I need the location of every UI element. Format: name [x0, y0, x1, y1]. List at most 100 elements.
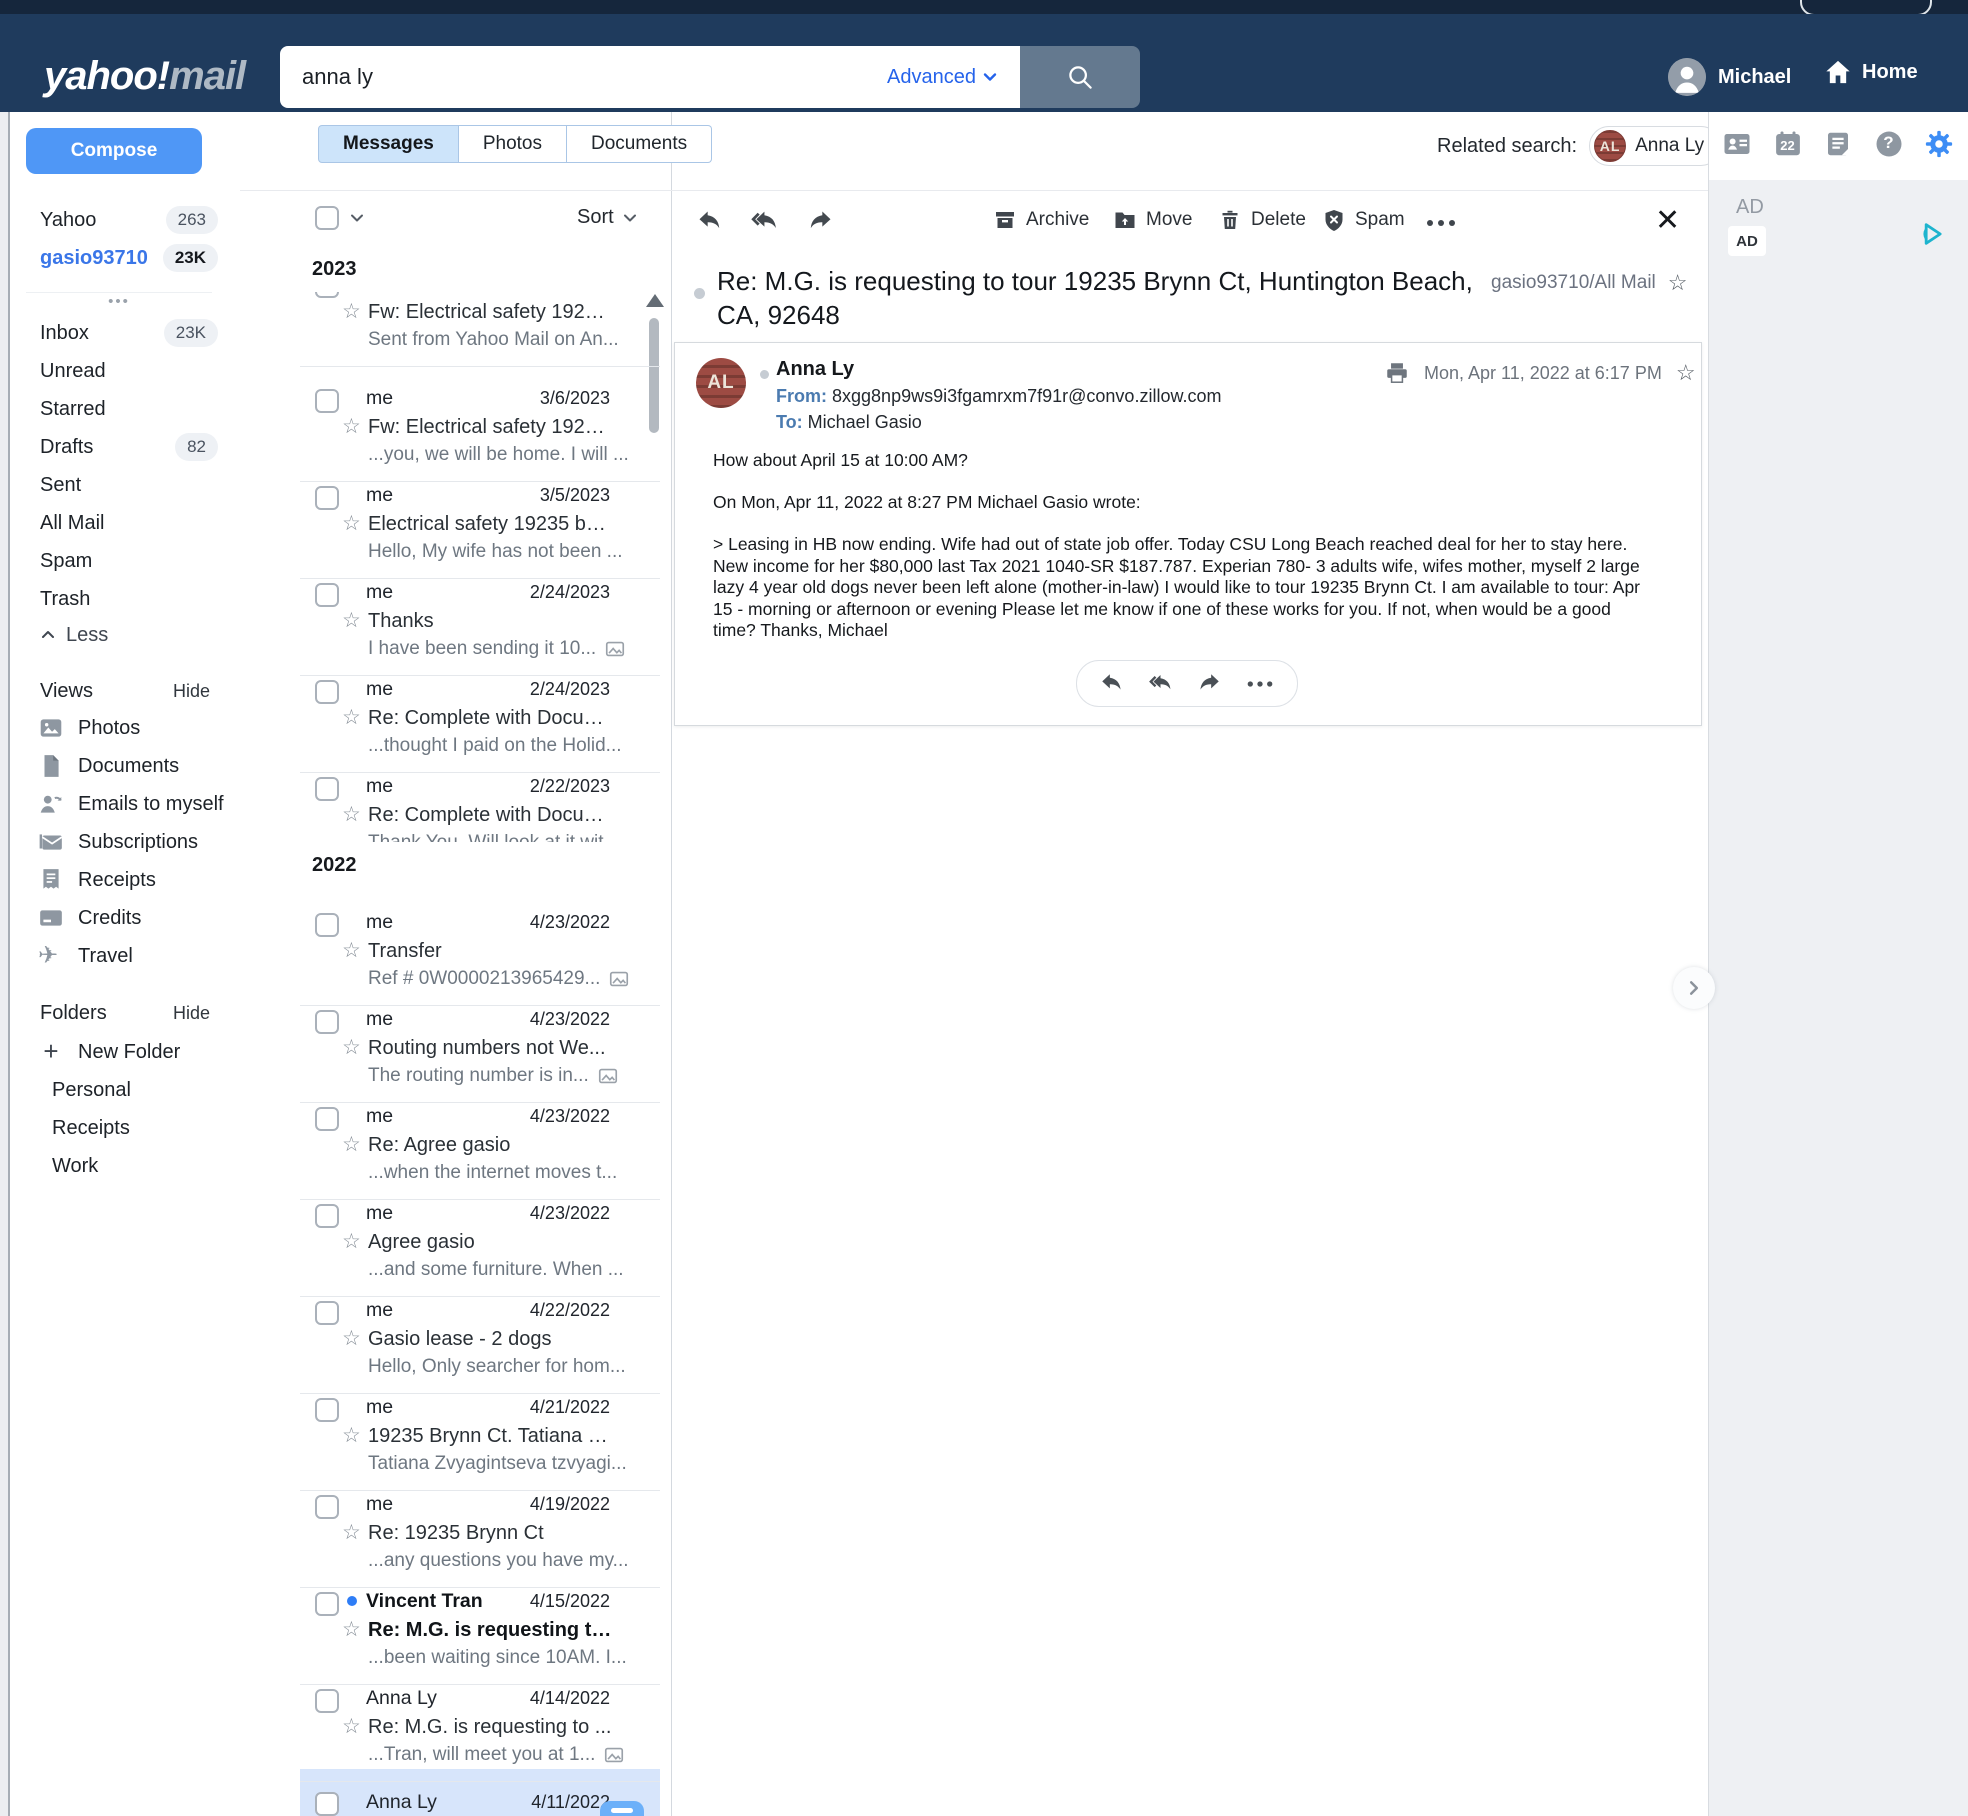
sender-avatar[interactable]: AL [696, 358, 746, 408]
star-icon[interactable]: ☆ [342, 1618, 361, 1642]
list-item[interactable]: me 4/23/2022 ☆ Routing numbers not We...… [300, 1008, 660, 1105]
notepad-icon[interactable] [1823, 129, 1853, 159]
forward-icon[interactable] [806, 208, 834, 236]
item-checkbox[interactable] [315, 1398, 339, 1422]
search-input[interactable]: anna ly Advanced [280, 46, 1020, 108]
star-icon[interactable]: ☆ [342, 1133, 361, 1157]
star-icon[interactable]: ☆ [342, 1424, 361, 1448]
sidebar-item-receipts[interactable]: Receipts [14, 864, 228, 896]
star-icon[interactable]: ☆ [342, 1327, 361, 1351]
more-actions-button[interactable] [1424, 216, 1458, 235]
new-folder-button[interactable]: + New Folder [14, 1036, 228, 1068]
item-checkbox[interactable] [315, 486, 339, 510]
list-item[interactable]: me 2/24/2023 ☆ Re: Complete with DocuSig… [300, 678, 660, 775]
item-checkbox[interactable] [315, 1204, 339, 1228]
sidebar-item-documents[interactable]: Documents [14, 750, 228, 782]
star-icon[interactable]: ☆ [342, 803, 361, 827]
item-checkbox[interactable] [315, 1792, 339, 1816]
star-icon[interactable]: ☆ [1676, 360, 1696, 386]
item-checkbox[interactable] [315, 1592, 339, 1616]
sidebar-account-yahoo[interactable]: Yahoo 263 [14, 203, 228, 237]
star-icon[interactable]: ☆ [342, 609, 361, 633]
calendar-icon[interactable]: 22 [1773, 129, 1803, 159]
sidebar-item-travel[interactable]: ✈ Travel [14, 940, 228, 972]
sidebar-item-drafts[interactable]: Drafts82 [14, 430, 228, 464]
search-button[interactable] [1020, 46, 1140, 108]
reply-icon[interactable] [696, 208, 724, 236]
list-item[interactable]: me 4/21/2022 ☆ 19235 Brynn Ct. Tatiana Z… [300, 1396, 660, 1493]
spam-button[interactable]: Spam [1322, 208, 1405, 232]
star-icon[interactable]: ☆ [342, 415, 361, 439]
sidebar-item-credits[interactable]: Credits [14, 902, 228, 934]
star-icon[interactable]: ☆ [342, 706, 361, 730]
folders-hide-button[interactable]: Hide [173, 1003, 210, 1024]
forward-icon[interactable] [1196, 671, 1222, 697]
sidebar-item-subscriptions[interactable]: Subscriptions [14, 826, 228, 858]
tab-messages[interactable]: Messages [318, 125, 459, 163]
sidebar-folder-personal[interactable]: Personal [14, 1073, 228, 1107]
list-item[interactable]: me 4/23/2022 ☆ Agree gasio ...and some f… [300, 1202, 660, 1299]
sort-dropdown[interactable]: Sort [577, 206, 638, 229]
list-item[interactable]: me 2/24/2023 ☆ Thanks I have been sendin… [300, 581, 660, 678]
list-item[interactable]: me 4/22/2022 ☆ Gasio lease - 2 dogs Hell… [300, 1299, 660, 1396]
reply-all-icon[interactable] [1148, 671, 1174, 697]
item-checkbox[interactable] [315, 583, 339, 607]
star-icon[interactable]: ☆ [1668, 270, 1688, 296]
star-icon[interactable]: ☆ [342, 939, 361, 963]
list-floating-button[interactable] [600, 1801, 644, 1816]
close-message-button[interactable]: ✕ [1655, 203, 1680, 238]
sidebar-expander[interactable]: ••• [26, 292, 212, 309]
item-checkbox[interactable] [315, 1689, 339, 1713]
sidebar-item-trash[interactable]: Trash [14, 582, 228, 616]
item-checkbox[interactable] [315, 1495, 339, 1519]
list-item[interactable]: me 3/5/2023 ☆ Electrical safety 19235 br… [300, 484, 660, 581]
star-icon[interactable]: ☆ [342, 1036, 361, 1060]
reply-all-icon[interactable] [750, 208, 780, 236]
tab-photos[interactable]: Photos [459, 125, 567, 163]
sidebar-account-gasio93710[interactable]: gasio93710 23K [14, 241, 228, 275]
sidebar-item-all-mail[interactable]: All Mail [14, 506, 228, 540]
star-icon[interactable]: ☆ [342, 300, 361, 324]
sidebar-item-photos[interactable]: Photos [14, 712, 228, 744]
select-all-checkbox[interactable] [315, 206, 339, 230]
item-checkbox[interactable] [315, 913, 339, 937]
sidebar-folder-work[interactable]: Work [14, 1149, 228, 1183]
move-button[interactable]: Move [1113, 208, 1192, 232]
sidebar-item-inbox[interactable]: Inbox23K [14, 316, 228, 350]
item-checkbox[interactable] [315, 1107, 339, 1131]
related-search-chip[interactable]: AL Anna Ly [1589, 126, 1721, 166]
collapse-pane-button[interactable] [1673, 967, 1715, 1009]
item-checkbox[interactable] [315, 389, 339, 413]
archive-button[interactable]: Archive [993, 208, 1089, 232]
advanced-search-button[interactable]: Advanced [887, 66, 998, 89]
sender-name[interactable]: Anna Ly [776, 358, 854, 381]
list-item[interactable]: me 3/6/2023 ☆ Fw: Electrical safety 1923… [300, 387, 660, 484]
list-item[interactable]: Anna Ly 4/14/2022 ☆ Re: M.G. is requesti… [300, 1687, 660, 1784]
tab-documents[interactable]: Documents [567, 125, 712, 163]
list-item[interactable]: me 4/19/2022 ☆ Re: 19235 Brynn Ct ...any… [300, 1493, 660, 1590]
list-item[interactable]: me 4/23/2022 ☆ Re: Agree gasio ...when t… [300, 1105, 660, 1202]
home-button[interactable]: Home [1824, 58, 1918, 86]
sidebar-item-emails-to-myself[interactable]: Emails to myself [14, 788, 228, 820]
item-checkbox[interactable] [315, 680, 339, 704]
delete-button[interactable]: Delete [1218, 208, 1306, 232]
star-icon[interactable]: ☆ [342, 1715, 361, 1739]
views-hide-button[interactable]: Hide [173, 681, 210, 702]
star-icon[interactable]: ☆ [342, 1521, 361, 1545]
list-item-unread[interactable]: Vincent Tran 4/15/2022 ☆ Re: M.G. is req… [300, 1590, 660, 1687]
ad-choices-icon[interactable] [1918, 220, 1946, 248]
yahoo-mail-logo[interactable]: yahoo!mail [44, 54, 245, 99]
from-address[interactable]: 8xgg8np9ws9i3fgamrxm7f91r@convo.zillow.c… [832, 386, 1221, 406]
sidebar-item-sent[interactable]: Sent [14, 468, 228, 502]
item-checkbox[interactable] [315, 777, 339, 801]
item-checkbox[interactable] [315, 1301, 339, 1325]
printer-icon[interactable] [1384, 360, 1410, 386]
help-icon[interactable]: ? [1874, 129, 1904, 159]
compose-button[interactable]: Compose [26, 128, 202, 174]
contacts-icon[interactable] [1722, 129, 1752, 159]
star-icon[interactable]: ☆ [342, 1230, 361, 1254]
sidebar-item-starred[interactable]: Starred [14, 392, 228, 426]
sidebar-less-toggle[interactable]: Less [14, 618, 228, 652]
star-icon[interactable]: ☆ [342, 512, 361, 536]
sidebar-item-spam[interactable]: Spam [14, 544, 228, 578]
